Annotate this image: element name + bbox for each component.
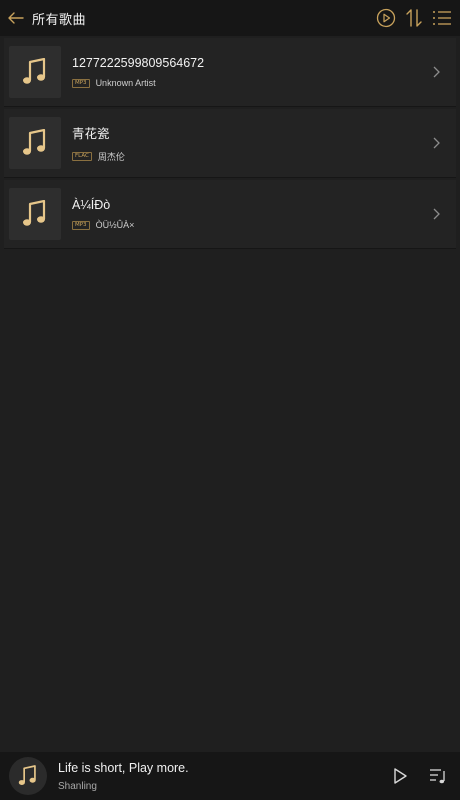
music-note-icon [23,129,46,155]
song-list: 1277222599809564672 MP3 Unknown Artist 青… [4,38,456,251]
play-all-button[interactable] [374,6,398,30]
playlist-icon [430,769,445,784]
chevron-right-icon [432,207,442,221]
album-art [9,117,61,169]
song-title: 青花瓷 [72,127,110,141]
song-title: À¼ÍÐò [72,198,111,212]
song-title: 1277222599809564672 [72,56,205,70]
sort-button[interactable] [402,6,426,30]
music-note-icon [23,200,46,226]
now-playing-title: Life is short, Play more. [58,760,189,775]
album-art [9,188,61,240]
play-button[interactable] [388,764,412,788]
menu-list-icon [433,11,451,25]
music-note-icon [18,765,36,785]
song-artist: ÒÜ½ÛÀ× [95,220,135,230]
chevron-right-icon [432,65,442,79]
list-item[interactable]: 1277222599809564672 MP3 Unknown Artist [4,38,456,107]
format-badge: MP3 [72,220,90,230]
format-badge: FLAC [72,152,92,161]
music-note-icon [23,58,46,84]
now-playing-art [9,757,47,795]
sort-icon [406,9,422,27]
play-circle-icon [376,8,396,28]
back-arrow-icon [8,12,24,24]
format-badge: MP3 [72,78,90,88]
song-artist: Unknown Artist [95,78,156,88]
mini-player[interactable]: Life is short, Play more. Shanling [0,752,460,800]
now-playing-artist: Shanling [58,780,97,792]
back-button[interactable] [0,0,32,36]
playlist-button[interactable] [426,764,450,788]
play-icon [394,768,407,784]
album-art [9,46,61,98]
menu-button[interactable] [430,6,454,30]
song-artist: 周杰伦 [97,152,125,162]
list-item[interactable]: À¼ÍÐò MP3 ÒÜ½ÛÀ× [4,180,456,249]
top-bar: 所有歌曲 [0,0,460,36]
chevron-right-icon [432,136,442,150]
list-item[interactable]: 青花瓷 FLAC 周杰伦 [4,109,456,178]
page-title: 所有歌曲 [32,11,87,27]
